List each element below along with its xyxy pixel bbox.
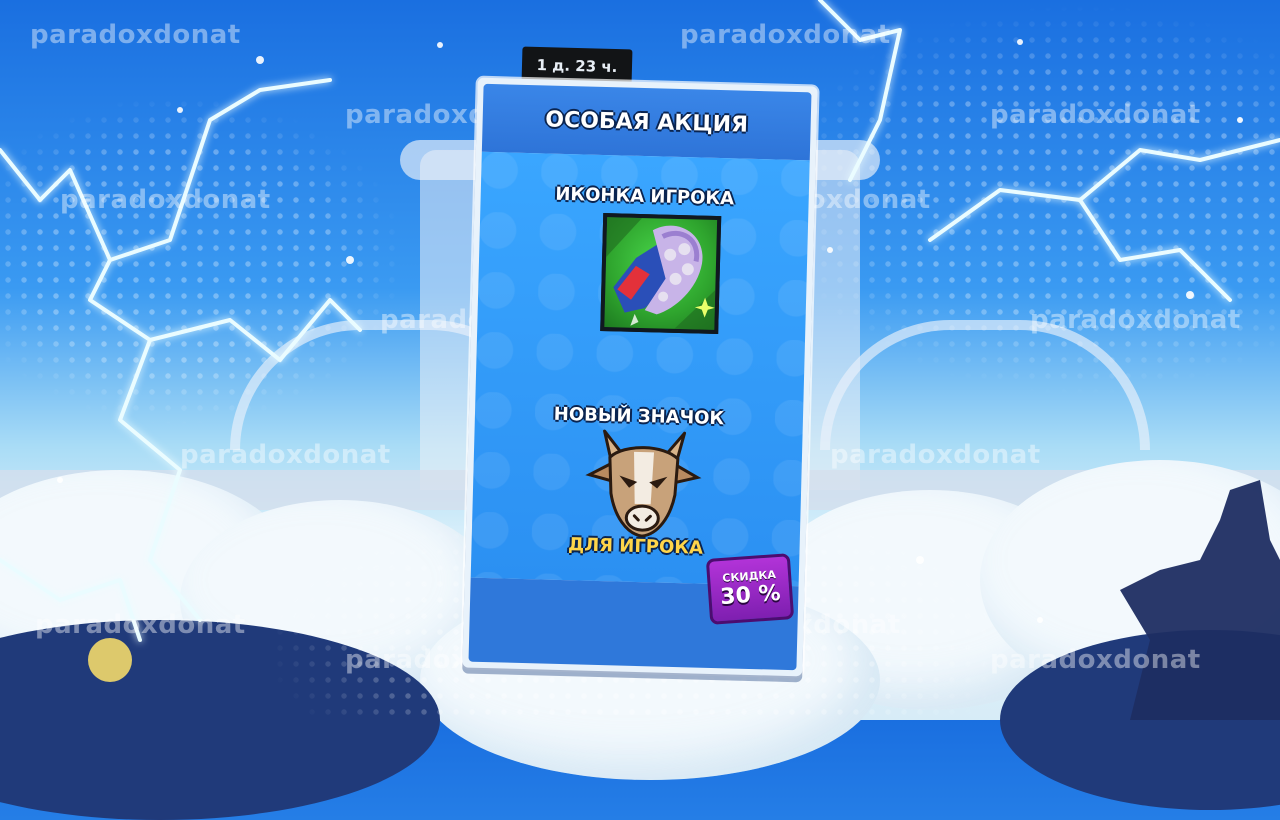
card-body: ИКОНКА ИГРОКА НОВЫЙ ЗНАЧОК ДЛЯ ИГРОКА [470,151,810,587]
discount-value: 30 % [719,580,782,611]
lightning-bolt-right [928,138,1280,242]
boot-kick-player-icon [600,212,722,335]
watermark-text: paradoxdonat [180,440,391,470]
discount-badge: СКИДКА 30 % [705,553,795,625]
watermark-text: paradoxdonat [35,610,246,640]
watermark-text: paradoxdonat [830,440,1041,470]
watermark-text: paradoxdonat [990,100,1201,130]
watermark-text: paradoxdonat [680,20,891,50]
offer-title: ОСОБАЯ АКЦИЯ [545,106,749,138]
player-icon-label: ИКОНКА ИГРОКА [555,183,735,210]
watermark-text: paradoxdonat [1030,305,1241,335]
lightning-bolt-left [0,148,202,622]
watermark-text: paradoxdonat [30,20,241,50]
watermark-text: paradoxdonat [990,645,1201,675]
card-header: ОСОБАЯ АКЦИЯ [481,83,812,161]
dark-statue-silhouette [1120,480,1280,720]
goat-pin-icon [585,429,702,538]
watermark-text: paradoxdonat [60,185,271,215]
